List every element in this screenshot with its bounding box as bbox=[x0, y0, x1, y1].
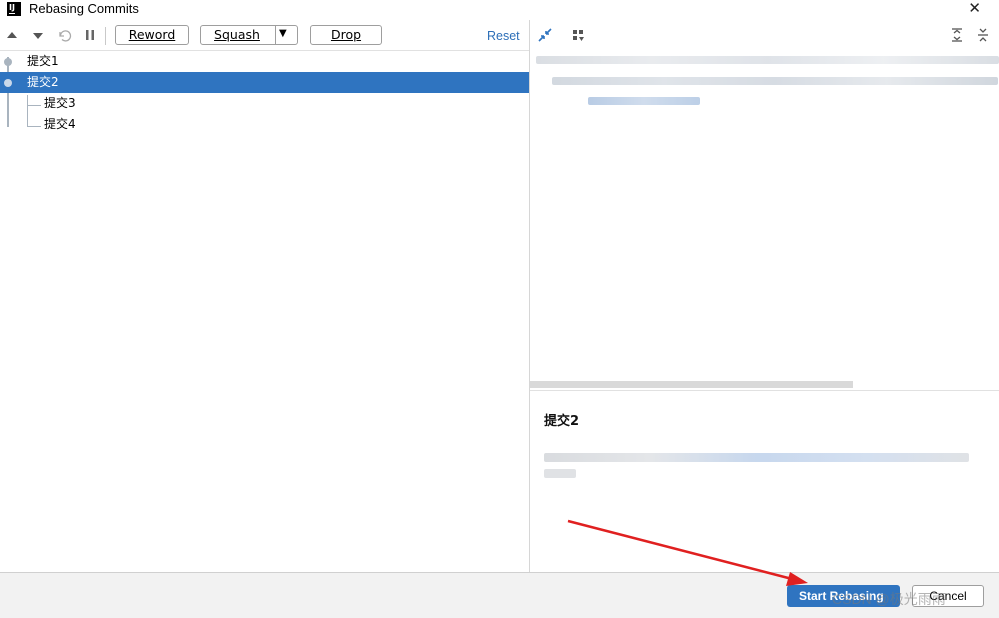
commit-label: 提交3 bbox=[44, 96, 76, 110]
changed-files-tree bbox=[530, 50, 999, 380]
close-icon[interactable]: ✕ bbox=[968, 0, 981, 16]
move-down-icon[interactable] bbox=[30, 27, 46, 43]
drop-button[interactable]: Drop bbox=[310, 25, 382, 45]
collapse-icon[interactable] bbox=[537, 27, 553, 43]
expand-all-icon[interactable] bbox=[949, 27, 965, 43]
pause-icon[interactable] bbox=[82, 27, 98, 43]
commit-node-icon bbox=[4, 79, 12, 87]
commit-details: 提交2 bbox=[530, 390, 999, 573]
watermark-text: CSDN @极光雨雨 bbox=[832, 591, 946, 607]
commit-row-4[interactable]: 提交4 bbox=[0, 114, 529, 135]
changes-toolbar bbox=[530, 22, 999, 50]
commit-row-2[interactable]: 提交2 bbox=[0, 72, 529, 93]
commit-node-icon bbox=[4, 58, 12, 66]
commit-row-1[interactable]: 提交1 bbox=[0, 51, 529, 72]
obscured-commit-info bbox=[544, 453, 969, 462]
group-by-icon[interactable] bbox=[570, 27, 586, 43]
toolbar-separator bbox=[105, 27, 106, 45]
move-up-icon[interactable] bbox=[4, 27, 20, 43]
title-bar: IJ Rebasing Commits ✕ bbox=[0, 0, 999, 20]
obscured-file-name[interactable] bbox=[588, 97, 700, 105]
intellij-logo-icon: IJ bbox=[7, 2, 21, 16]
squash-button[interactable]: Squash ▼ bbox=[200, 25, 298, 45]
obscured-file-path bbox=[536, 56, 999, 64]
squash-label: Squash bbox=[214, 27, 260, 42]
obscured-commit-info bbox=[544, 469, 576, 478]
rebase-toolbar: Reword Squash ▼ Drop Reset bbox=[0, 22, 529, 50]
reword-button[interactable]: Reword bbox=[115, 25, 189, 45]
window-title: Rebasing Commits bbox=[29, 1, 139, 16]
horizontal-scrollbar-thumb[interactable] bbox=[530, 381, 853, 388]
commit-label: 提交4 bbox=[44, 117, 76, 131]
squash-split-divider bbox=[275, 26, 276, 44]
drop-label: Drop bbox=[330, 27, 362, 42]
commit-label: 提交2 bbox=[27, 75, 59, 89]
commit-details-title: 提交2 bbox=[544, 414, 580, 429]
reset-link[interactable]: Reset bbox=[487, 29, 520, 43]
obscured-file-path bbox=[552, 77, 998, 85]
squash-dropdown-caret-icon[interactable]: ▼ bbox=[279, 25, 287, 43]
commit-row-3[interactable]: 提交3 bbox=[0, 93, 529, 114]
commit-label: 提交1 bbox=[27, 54, 59, 68]
collapse-all-icon[interactable] bbox=[975, 27, 991, 43]
undo-icon[interactable] bbox=[56, 27, 72, 43]
reword-label: Reword bbox=[128, 27, 176, 42]
commit-list: 提交1 提交2 提交3 提交4 bbox=[0, 50, 529, 573]
